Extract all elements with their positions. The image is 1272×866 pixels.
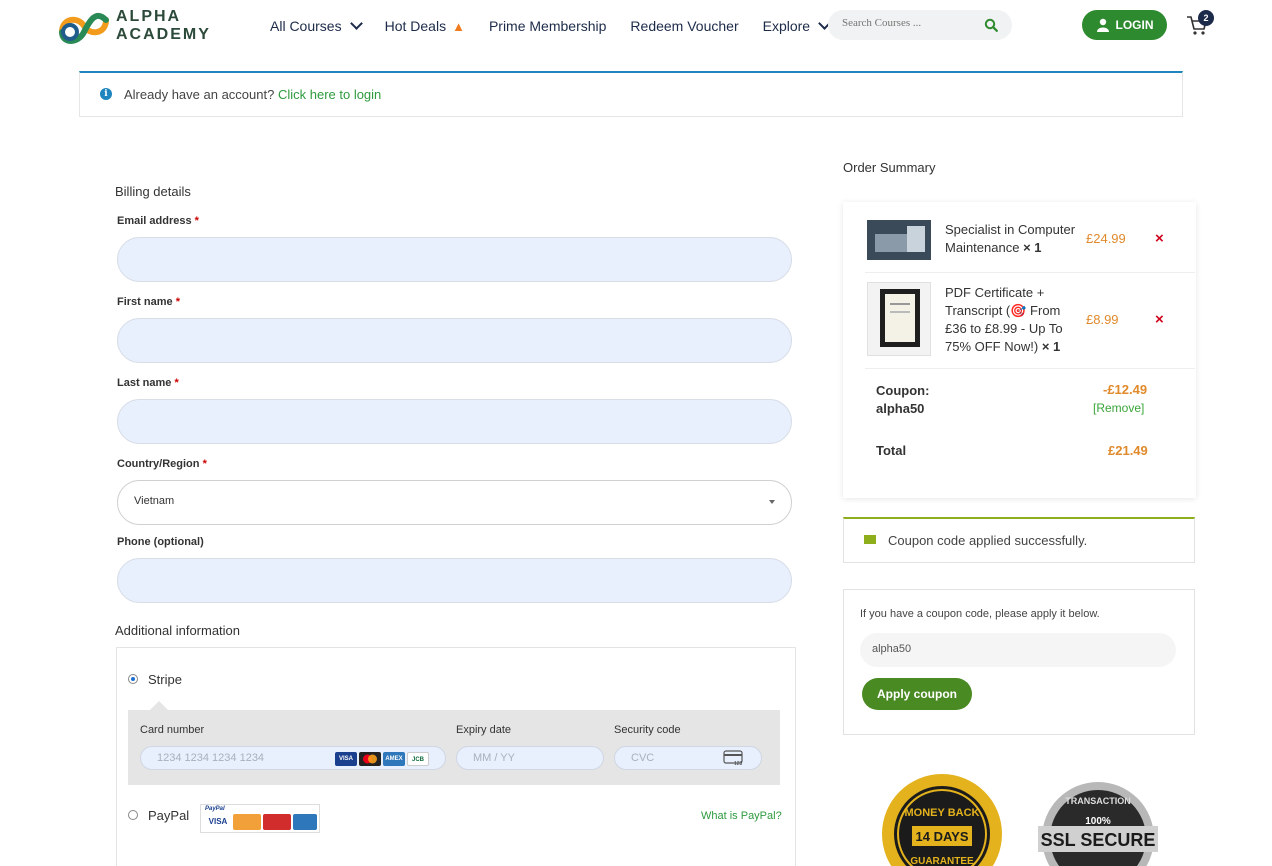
expiry-label: Expiry date	[456, 724, 512, 736]
mastercard-icon	[359, 752, 381, 766]
money-back-badge: MONEY BACK 14 DAYS GUARANTEE	[882, 774, 1002, 866]
cart-count-badge: 2	[1198, 10, 1214, 26]
coupon-input[interactable]: alpha50	[860, 633, 1176, 667]
email-field[interactable]	[117, 237, 792, 282]
email-label: Email address *	[117, 215, 199, 227]
coupon-success-message: Coupon code applied successfully.	[843, 517, 1195, 563]
login-link[interactable]: Click here to login	[278, 87, 381, 102]
remove-coupon-link[interactable]: [Remove]	[1093, 401, 1144, 415]
site-header: ALPHA ACADEMY All Courses Hot Deals ▲ Pr…	[0, 0, 1272, 52]
security-code-label: Security code	[614, 724, 681, 736]
additional-info-title: Additional information	[115, 623, 241, 638]
nav-explore[interactable]: Explore	[763, 16, 831, 36]
search-bar	[828, 10, 1012, 40]
order-item-price: £8.99	[1086, 312, 1119, 327]
svg-text:MONEY BACK: MONEY BACK	[905, 807, 980, 819]
cvc-card-icon: 123	[723, 750, 743, 766]
visa-icon: VISA	[335, 752, 357, 766]
course-thumbnail	[867, 220, 931, 260]
remove-item-icon[interactable]: ×	[1155, 230, 1164, 247]
caret-down-icon	[769, 500, 775, 504]
search-input[interactable]	[842, 17, 982, 29]
logo[interactable]: ALPHA ACADEMY	[56, 2, 209, 48]
phone-label: Phone (optional)	[117, 536, 204, 548]
ssl-secure-badge: TRANSACTION 100% SSL SECURE	[1038, 782, 1158, 866]
user-icon	[1096, 18, 1109, 32]
what-is-paypal-link[interactable]: What is PayPal?	[701, 810, 782, 822]
country-select[interactable]: Vietnam	[117, 480, 792, 525]
expiry-input[interactable]: MM / YY	[456, 746, 604, 770]
card-number-placeholder: 1234 1234 1234 1234	[157, 752, 265, 764]
main-nav: All Courses Hot Deals ▲ Prime Membership…	[270, 16, 853, 36]
country-label: Country/Region *	[117, 458, 207, 470]
logo-text-line2: ACADEMY	[116, 26, 211, 43]
nav-prime-membership[interactable]: Prime Membership	[489, 16, 606, 36]
expiry-placeholder: MM / YY	[473, 752, 515, 764]
card-number-input[interactable]: 1234 1234 1234 1234 VISA AMEX JCB	[140, 746, 446, 770]
total-label: Total	[876, 443, 907, 458]
maestro-icon	[263, 814, 291, 830]
paypal-accepted-cards: PayPal VISA	[200, 804, 320, 833]
svg-text:14 DAYS: 14 DAYS	[916, 829, 969, 844]
svg-text:GUARANTEE: GUARANTEE	[910, 856, 974, 866]
coupon-form: If you have a coupon code, please apply …	[843, 589, 1195, 735]
apply-coupon-button[interactable]: Apply coupon	[862, 678, 972, 710]
cvc-placeholder: CVC	[631, 752, 655, 764]
order-item-name: Specialist in Computer Maintenance × 1	[945, 222, 1076, 255]
first-name-field[interactable]	[117, 318, 792, 363]
info-icon: i	[100, 88, 112, 100]
login-notice: i Already have an account? Click here to…	[79, 71, 1183, 117]
coupon-hint: If you have a coupon code, please apply …	[860, 608, 1100, 620]
notice-text: Already have an account?	[124, 87, 275, 102]
order-summary-title: Order Summary	[843, 160, 936, 175]
svg-text:100%: 100%	[1085, 816, 1111, 827]
envelope-icon	[864, 535, 876, 544]
login-button[interactable]: LOGIN	[1082, 10, 1167, 40]
stripe-radio[interactable]	[128, 674, 138, 684]
paypal-logo: PayPal	[205, 806, 225, 812]
certificate-thumbnail	[867, 282, 931, 356]
flame-icon: ▲	[452, 18, 465, 34]
visa-icon: VISA	[205, 814, 231, 830]
mastercard-icon	[233, 814, 261, 830]
logo-mark-icon	[59, 12, 109, 44]
svg-text:SSL SECURE: SSL SECURE	[1041, 830, 1156, 850]
phone-field[interactable]	[117, 558, 792, 603]
coupon-discount: -£12.49	[1103, 382, 1148, 397]
card-brand-logos: VISA AMEX JCB	[335, 752, 429, 766]
paypal-radio[interactable]	[128, 810, 138, 820]
nav-redeem-voucher[interactable]: Redeem Voucher	[630, 16, 738, 36]
logo-text-line1: ALPHA	[116, 8, 182, 25]
last-name-field[interactable]	[117, 399, 792, 444]
stripe-label[interactable]: Stripe	[148, 672, 182, 687]
remove-item-icon[interactable]: ×	[1155, 311, 1164, 328]
stripe-pointer	[150, 701, 168, 710]
coupon-applied-label: Coupon: alpha50	[876, 383, 930, 416]
svg-text:TRANSACTION: TRANSACTION	[1065, 796, 1131, 806]
chevron-down-icon	[349, 17, 363, 30]
total-amount: £21.49	[1108, 443, 1148, 458]
paypal-label[interactable]: PayPal	[148, 808, 189, 823]
amex-icon	[293, 814, 317, 830]
stripe-card-form: Card number 1234 1234 1234 1234 VISA AME…	[128, 710, 780, 785]
order-item-price: £24.99	[1086, 231, 1126, 246]
divider	[865, 272, 1195, 273]
country-value: Vietnam	[134, 495, 175, 507]
nav-hot-deals[interactable]: Hot Deals ▲	[385, 16, 465, 36]
amex-icon: AMEX	[383, 752, 405, 766]
card-number-label: Card number	[140, 724, 205, 736]
last-name-label: Last name *	[117, 377, 179, 389]
nav-all-courses[interactable]: All Courses	[270, 16, 363, 36]
cvc-input[interactable]: CVC 123	[614, 746, 762, 770]
order-item-name: PDF Certificate + Transcript (🎯 From £36…	[945, 285, 1063, 354]
coupon-input-value: alpha50	[872, 643, 912, 655]
divider	[865, 368, 1195, 369]
svg-text:123: 123	[734, 761, 743, 766]
jcb-icon: JCB	[407, 752, 429, 766]
search-icon[interactable]	[984, 18, 998, 32]
billing-title: Billing details	[115, 184, 191, 199]
first-name-label: First name *	[117, 296, 180, 308]
